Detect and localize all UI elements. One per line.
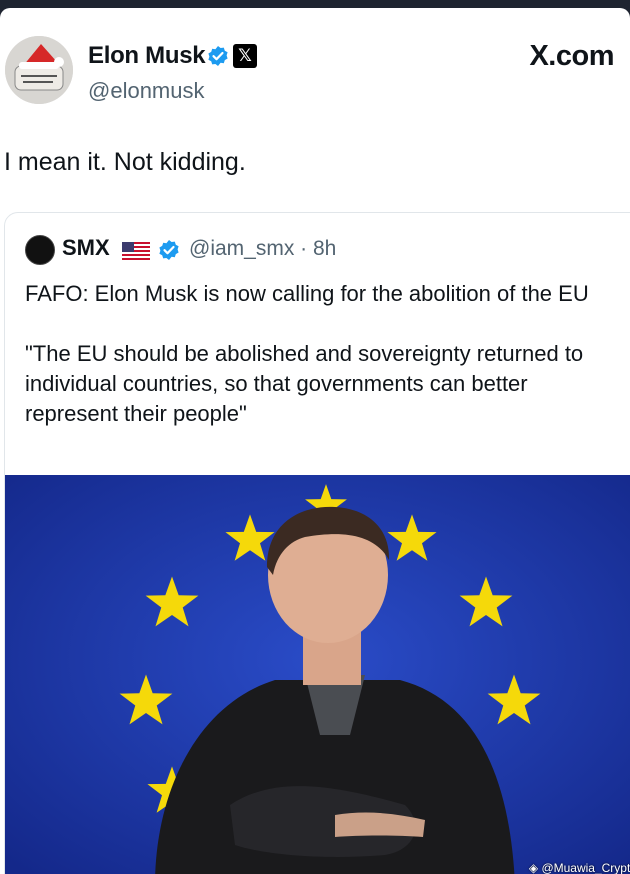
quote-paragraph-1: FAFO: Elon Musk is now calling for the a… — [25, 281, 589, 306]
x-logo-icon: 𝕏 — [233, 44, 257, 68]
quote-verified-badge-icon — [159, 240, 179, 260]
quote-media-image[interactable]: ◈ @Muawia_Crypto — [5, 475, 630, 874]
watermark-label: ◈ @Muawia_Crypto — [528, 861, 630, 874]
tweet-card: Elon Musk 𝕏 @elonmusk X.com I mean it. N… — [0, 8, 630, 874]
us-flag-icon — [122, 242, 150, 260]
tweet-text: I mean it. Not kidding. — [4, 148, 246, 176]
quote-text: FAFO: Elon Musk is now calling for the a… — [25, 279, 615, 429]
avatar-image — [5, 36, 73, 104]
author-handle[interactable]: @elonmusk — [88, 78, 205, 104]
brand-logo: X.com — [529, 40, 614, 72]
verified-badge-icon — [208, 46, 228, 66]
quoted-tweet[interactable]: SMX @iam_smx · 8h FAFO: Elon Musk is now… — [4, 212, 630, 874]
quote-author-name[interactable]: SMX — [62, 235, 110, 261]
eu-flag-portrait-image — [5, 475, 630, 874]
author-avatar[interactable] — [5, 36, 73, 104]
quote-author-avatar[interactable] — [25, 235, 55, 265]
author-name[interactable]: Elon Musk — [88, 42, 206, 70]
quote-meta: @iam_smx · 8h — [189, 237, 337, 260]
tweet-header: Elon Musk 𝕏 @elonmusk X.com — [0, 8, 630, 118]
quote-paragraph-2: "The EU should be abolished and sovereig… — [25, 341, 584, 426]
